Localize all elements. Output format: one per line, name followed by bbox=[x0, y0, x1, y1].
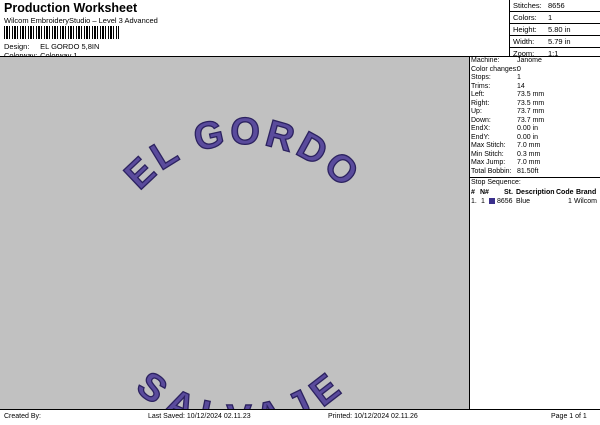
info-total-bobbin: Total Bobbin: 81.50ft bbox=[471, 167, 539, 175]
info-machine: Machine: Janome bbox=[471, 57, 542, 64]
info-up: Up: 73.7 mm bbox=[471, 108, 545, 115]
machine-info-panel: Machine: Janome Color changes: 0 Stops: 1 T… bbox=[470, 57, 600, 206]
divider bbox=[470, 177, 600, 178]
info-left: Left: 73.5 mm bbox=[471, 91, 545, 98]
info-endx: EndX: 0.00 in bbox=[471, 125, 539, 132]
software-subtitle: Wilcom EmbroideryStudio – Level 3 Advanc… bbox=[4, 16, 158, 25]
design-preview[interactable]: EL GORDO SALVAJE bbox=[0, 57, 470, 425]
design-value: EL GORDO 5,8IN bbox=[40, 42, 100, 51]
info-max-stitch: Max Stitch: 7.0 mm bbox=[471, 142, 541, 149]
thread-color-swatch bbox=[489, 197, 495, 204]
page-title: Production Worksheet bbox=[4, 1, 138, 15]
stop-sequence-row[interactable]: 1. 1 8656 Blue 1 Wilcom bbox=[470, 197, 600, 206]
footer: Created By: Last Saved: 10/12/2024 02.11… bbox=[0, 409, 600, 425]
top-arc-text: EL GORDO bbox=[117, 111, 369, 198]
embroidery-artwork: EL GORDO SALVAJE bbox=[116, 110, 369, 425]
info-endy: EndY: 0.00 in bbox=[471, 133, 539, 141]
stat-height: Height: 5.80 in bbox=[510, 24, 600, 36]
stat-width: Width: 5.79 in bbox=[510, 36, 600, 48]
info-color-changes: Color changes: 0 bbox=[471, 65, 521, 73]
info-right: Right: 73.5 mm bbox=[471, 99, 545, 107]
design-label: Design: bbox=[4, 42, 30, 51]
stop-sequence-title: Stop Sequence: bbox=[471, 179, 521, 186]
barcode bbox=[4, 26, 119, 39]
stat-colors: Colors: 1 bbox=[510, 12, 600, 24]
footer-page: Page 1 of 1 bbox=[551, 413, 587, 420]
footer-printed: Printed: 10/12/2024 02.11.26 bbox=[328, 413, 418, 420]
info-min-stitch: Min Stitch: 0.3 mm bbox=[471, 150, 541, 158]
footer-created-by: Created By: bbox=[4, 413, 41, 420]
bottom-arc-text: SALVAJE bbox=[128, 364, 351, 409]
stats-panel: Stitches: 8656 Colors: 1 Height: 5.80 in Wi… bbox=[509, 0, 600, 58]
info-trims: Trims: 14 bbox=[471, 82, 525, 90]
design-name-row: Design: EL GORDO 5,8IN bbox=[4, 42, 99, 51]
machine-info-list: Machine: Janome Color changes: 0 Stops: 1 T… bbox=[470, 57, 600, 176]
info-stops: Stops: 1 bbox=[471, 74, 521, 81]
footer-last-saved: Last Saved: 10/12/2024 02.11.23 bbox=[148, 413, 251, 420]
info-down: Down: 73.7 mm bbox=[471, 116, 545, 124]
stop-sequence-header: # N# St. Description Code Brand bbox=[471, 188, 597, 196]
info-max-jump: Max Jump: 7.0 mm bbox=[471, 159, 541, 166]
stat-stitches: Stitches: 8656 bbox=[510, 0, 600, 12]
